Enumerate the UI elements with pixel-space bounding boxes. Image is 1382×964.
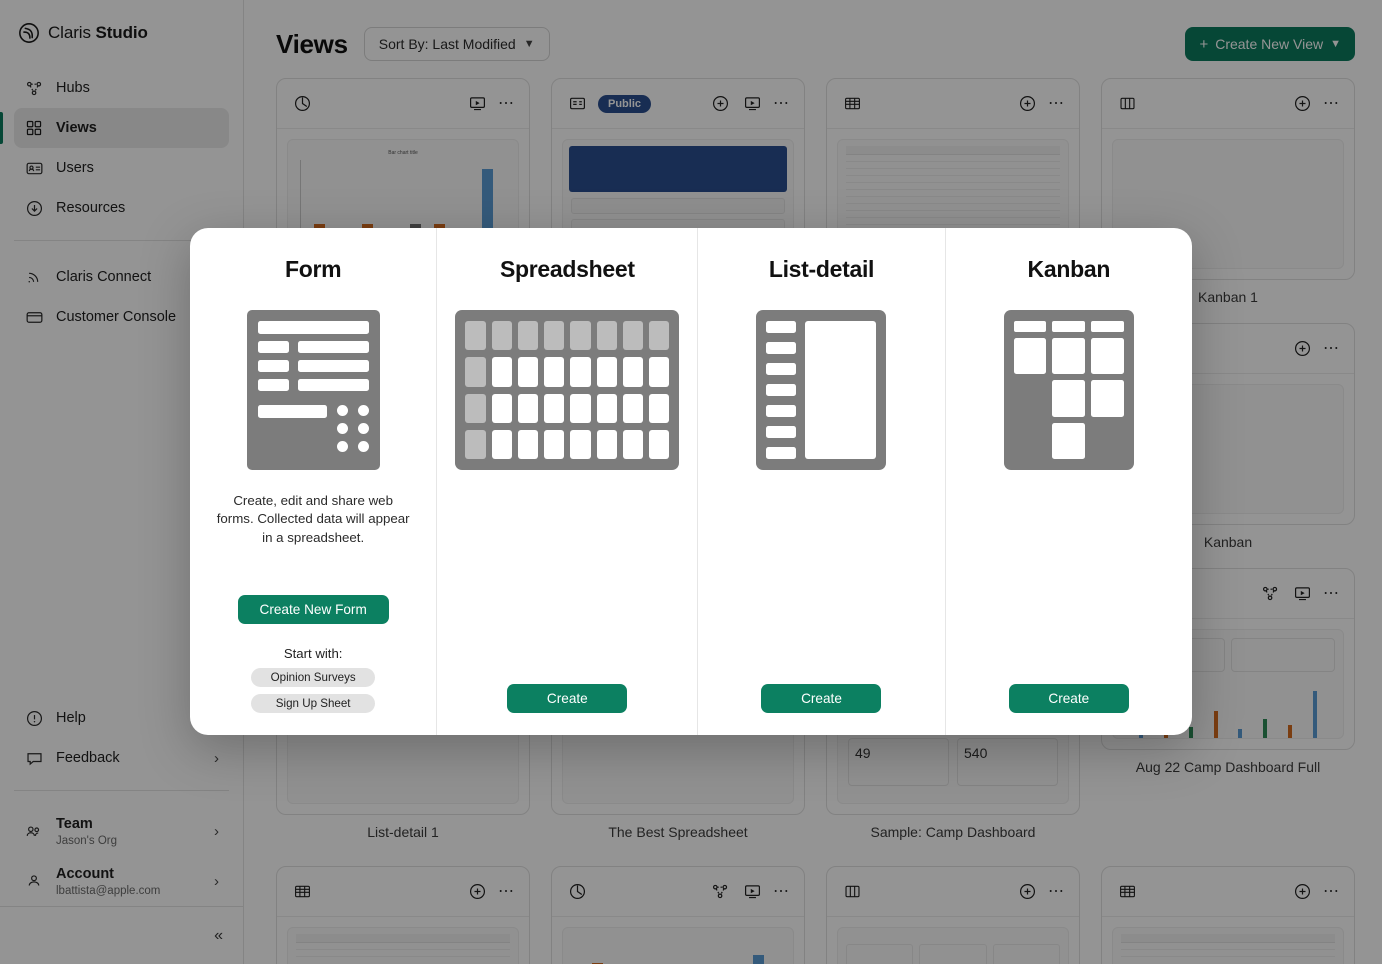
template-sign-up-sheet-button[interactable]: Sign Up Sheet: [251, 694, 376, 713]
kanban-art-icon: [1003, 310, 1134, 470]
form-art-bottom: [257, 405, 369, 452]
form-art-title-bar: [257, 321, 369, 334]
list-detail-art-list: [766, 321, 797, 459]
form-art-row: [257, 379, 369, 391]
create-view-modal: Form Create, edit and share web forms. C…: [190, 228, 1192, 735]
modal-column-kanban: Kanban Create: [944, 228, 1192, 735]
column-title: List-detail: [768, 256, 875, 282]
modal-column-form: Form Create, edit and share web forms. C…: [190, 228, 436, 735]
list-detail-art: [756, 310, 887, 470]
create-list-detail-button[interactable]: Create: [761, 684, 882, 713]
spreadsheet-art: [455, 310, 680, 470]
create-kanban-button[interactable]: Create: [1008, 684, 1129, 713]
column-title: Kanban: [1027, 256, 1111, 282]
list-detail-art-detail: [805, 321, 877, 459]
create-new-form-button[interactable]: Create New Form: [237, 595, 389, 624]
list-detail-art-icon: [756, 310, 887, 470]
start-with-label: Start with:: [283, 646, 343, 661]
modal-column-spreadsheet: Spreadsheet Create: [436, 228, 697, 735]
kanban-art: [1003, 310, 1134, 470]
form-art-icon: [246, 310, 380, 470]
spreadsheet-art-icon: [455, 310, 680, 470]
column-description: Create, edit and share web forms. Collec…: [216, 493, 410, 545]
modal-column-list-detail: List-detail Create: [697, 228, 944, 735]
column-title: Form: [285, 256, 342, 282]
template-opinion-surveys-button[interactable]: Opinion Surveys: [251, 668, 376, 687]
form-art-dots: [336, 405, 369, 452]
form-art-row: [257, 360, 369, 372]
column-title: Spreadsheet: [499, 256, 635, 282]
form-art: [246, 310, 380, 470]
form-art-row: [257, 341, 369, 353]
form-column-actions: Create New Form Start with: Opinion Surv…: [237, 595, 389, 713]
create-spreadsheet-button[interactable]: Create: [507, 684, 628, 713]
